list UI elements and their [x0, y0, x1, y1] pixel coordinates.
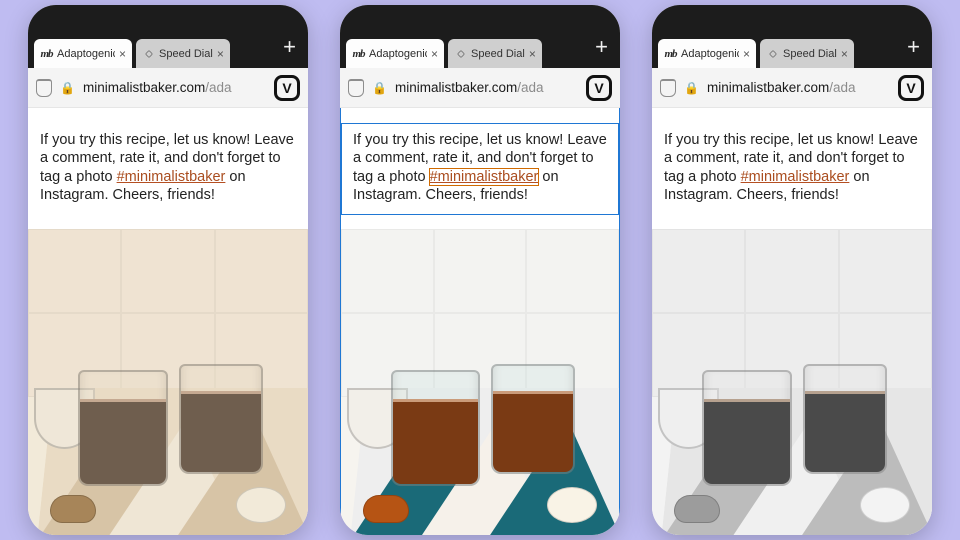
rice-cake [547, 487, 597, 523]
status-bar [652, 5, 932, 27]
url-domain: minimalistbaker.com [83, 80, 205, 95]
close-icon[interactable]: × [529, 48, 536, 60]
hero-scene [652, 229, 932, 535]
lock-icon: 🔒 [372, 81, 387, 95]
glass-back [803, 364, 887, 474]
walnut-half [50, 495, 96, 523]
wall-tiles [341, 229, 619, 397]
tab-bar: mb Adaptogenic × Speed Dial × + [340, 27, 620, 68]
vivaldi-menu-button[interactable]: V [274, 75, 300, 101]
tab-active-label: Adaptogenic [57, 48, 115, 60]
tab-active[interactable]: mb Adaptogenic × [34, 39, 132, 68]
wall-tiles [28, 229, 308, 397]
tab-speed-dial-label: Speed Dial [471, 48, 525, 60]
url-path: /ada [205, 80, 231, 95]
tab-active-label: Adaptogenic [681, 48, 739, 60]
address-bar: 🔒 minimalistbaker.com/ada V [652, 68, 932, 108]
glass-back [179, 364, 263, 474]
tab-speed-dial-label: Speed Dial [159, 48, 213, 60]
phone-frame: mb Adaptogenic × Speed Dial × + 🔒 minima… [340, 5, 620, 535]
new-tab-button[interactable]: + [277, 36, 302, 64]
url-path: /ada [829, 80, 855, 95]
vivaldi-menu-button[interactable]: V [586, 75, 612, 101]
lock-icon: 🔒 [60, 81, 75, 95]
tab-active[interactable]: mb Adaptogenic × [658, 39, 756, 68]
walnut-half [363, 495, 409, 523]
mb-favicon: mb [40, 47, 53, 60]
url-path: /ada [517, 80, 543, 95]
close-icon[interactable]: × [743, 48, 750, 60]
vivaldi-favicon [454, 47, 467, 60]
url-domain: minimalistbaker.com [395, 80, 517, 95]
rice-cake [860, 487, 910, 523]
wall-tiles [652, 229, 932, 397]
hero-scene [28, 229, 308, 535]
glass-front [78, 370, 168, 486]
hashtag-link[interactable]: #minimalistbaker [741, 169, 850, 185]
address-bar: 🔒 minimalistbaker.com/ada V [340, 68, 620, 108]
new-tab-button[interactable]: + [589, 36, 614, 64]
tab-active-label: Adaptogenic [369, 48, 427, 60]
lock-icon: 🔒 [684, 81, 699, 95]
rice-cake [236, 487, 286, 523]
address-bar: 🔒 minimalistbaker.com/ada V [28, 68, 308, 108]
phone-frame: mb Adaptogenic × Speed Dial × + 🔒 minima… [28, 5, 308, 535]
glass-front [702, 370, 792, 486]
recipe-paragraph: If you try this recipe, let us know! Lea… [652, 123, 932, 215]
recipe-paragraph: If you try this recipe, let us know! Lea… [341, 123, 619, 215]
tab-speed-dial[interactable]: Speed Dial × [136, 39, 230, 68]
url-domain: minimalistbaker.com [707, 80, 829, 95]
status-bar [340, 5, 620, 27]
hashtag-link[interactable]: #minimalistbaker [430, 169, 539, 185]
page-content: If you try this recipe, let us know! Lea… [652, 108, 932, 535]
walnut-half [674, 495, 720, 523]
hero-image [341, 229, 619, 535]
status-bar [28, 5, 308, 27]
url-field[interactable]: minimalistbaker.com/ada [395, 80, 578, 95]
close-icon[interactable]: × [431, 48, 438, 60]
tab-bar: mb Adaptogenic × Speed Dial × + [28, 27, 308, 68]
mb-favicon: mb [664, 47, 677, 60]
hero-image [652, 229, 932, 535]
vivaldi-favicon [142, 47, 155, 60]
url-field[interactable]: minimalistbaker.com/ada [707, 80, 890, 95]
url-field[interactable]: minimalistbaker.com/ada [83, 80, 266, 95]
phone-frame: mb Adaptogenic × Speed Dial × + 🔒 minima… [652, 5, 932, 535]
tab-speed-dial[interactable]: Speed Dial × [448, 39, 542, 68]
shield-icon[interactable] [36, 79, 52, 97]
mb-favicon: mb [352, 47, 365, 60]
recipe-paragraph: If you try this recipe, let us know! Lea… [28, 123, 308, 215]
vivaldi-menu-button[interactable]: V [898, 75, 924, 101]
close-icon[interactable]: × [119, 48, 126, 60]
hero-image [28, 229, 308, 535]
new-tab-button[interactable]: + [901, 36, 926, 64]
glass-front [391, 370, 480, 486]
page-content: If you try this recipe, let us know! Lea… [28, 108, 308, 535]
tab-speed-dial-label: Speed Dial [783, 48, 837, 60]
page-content: If you try this recipe, let us know! Lea… [340, 108, 620, 535]
tab-active[interactable]: mb Adaptogenic × [346, 39, 444, 68]
close-icon[interactable]: × [841, 48, 848, 60]
tab-bar: mb Adaptogenic × Speed Dial × + [652, 27, 932, 68]
vivaldi-favicon [766, 47, 779, 60]
hero-scene [341, 229, 619, 535]
tab-speed-dial[interactable]: Speed Dial × [760, 39, 854, 68]
glass-back [491, 364, 574, 474]
shield-icon[interactable] [348, 79, 364, 97]
hashtag-link[interactable]: #minimalistbaker [117, 169, 226, 185]
close-icon[interactable]: × [217, 48, 224, 60]
shield-icon[interactable] [660, 79, 676, 97]
